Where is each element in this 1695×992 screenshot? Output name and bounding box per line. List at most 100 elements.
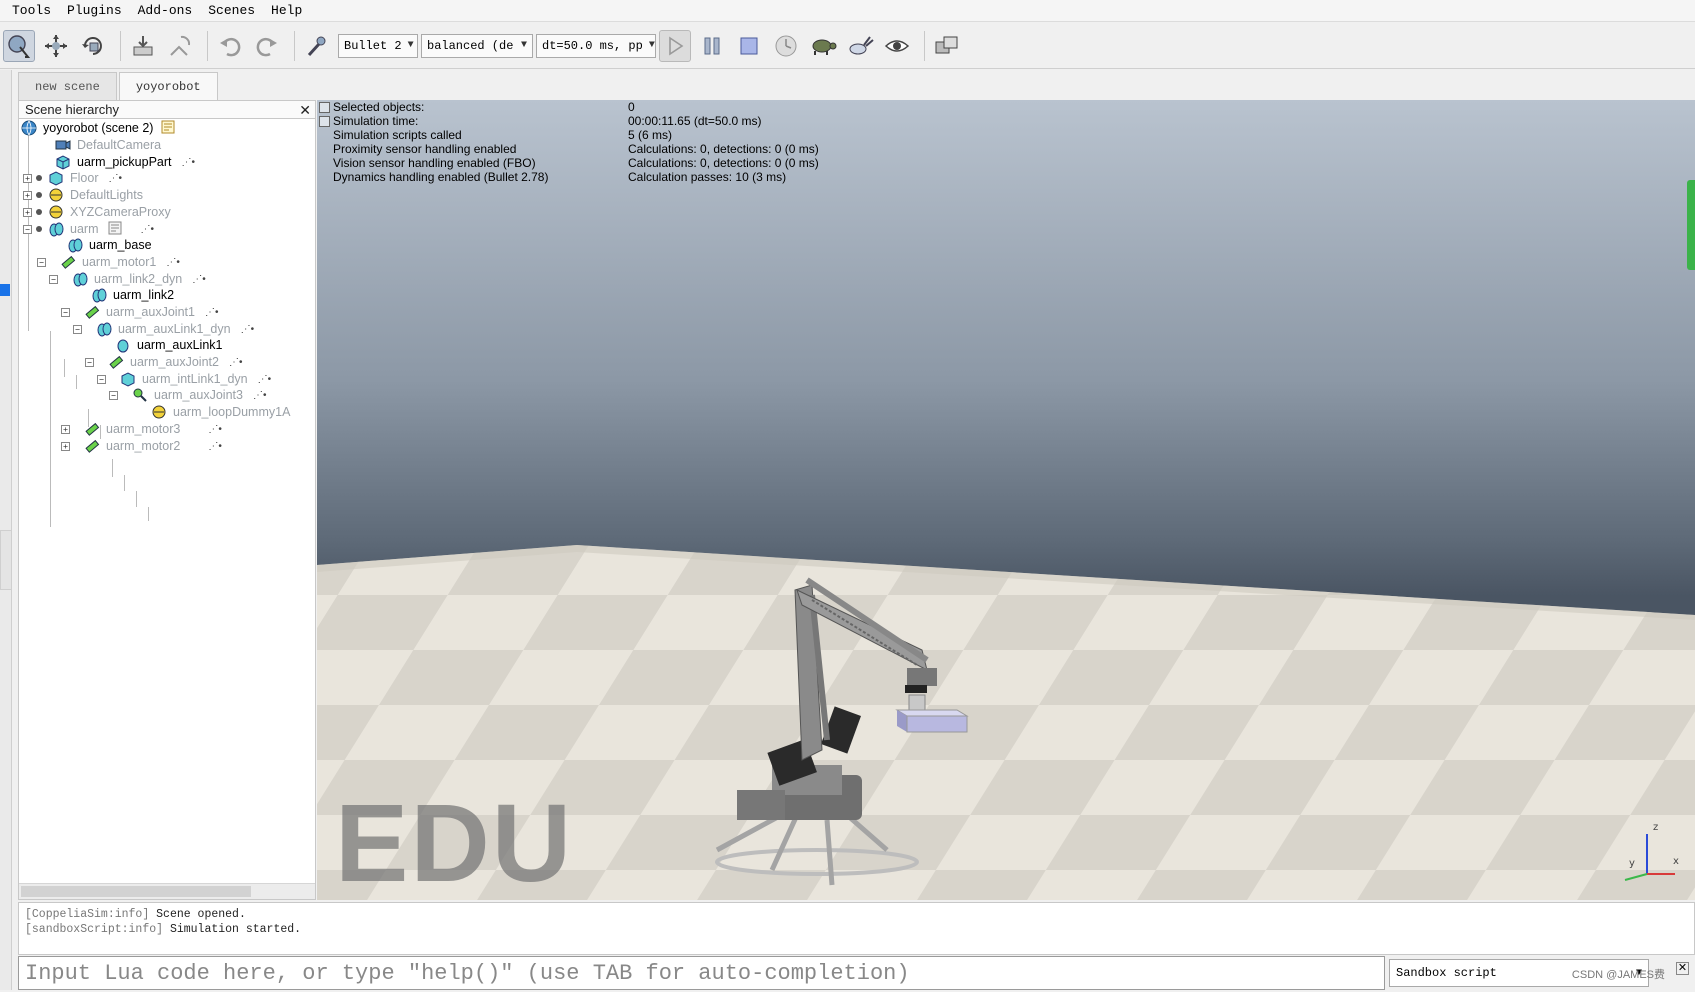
menu-help[interactable]: Help	[269, 3, 310, 18]
window-layout-button[interactable]	[931, 30, 963, 62]
scrollbar-thumb[interactable]	[21, 886, 251, 897]
collapse-icon[interactable]: −	[85, 357, 94, 367]
tree-item-uarm-base[interactable]: uarm_base	[67, 236, 152, 254]
console-line: [CoppeliaSim:info] Scene opened.	[25, 907, 1688, 922]
tree-item-uarm-link2[interactable]: uarm_link2	[91, 286, 174, 304]
collapse-icon[interactable]: −	[23, 224, 32, 234]
compound-shape-icon	[48, 221, 64, 237]
tree-item-xyzcameraproxy[interactable]: + XYZCameraProxy	[23, 203, 171, 221]
stop-simulation-button[interactable]	[733, 30, 765, 62]
object-shift-button[interactable]	[127, 30, 159, 62]
realtime-button[interactable]	[770, 30, 802, 62]
menu-tools[interactable]: Tools	[10, 3, 59, 18]
tree-item-label: XYZCameraProxy	[70, 205, 171, 219]
lua-command-input[interactable]: Input Lua code here, or type "help()" (u…	[18, 956, 1385, 990]
hierarchy-horizontal-scrollbar[interactable]	[19, 883, 315, 899]
info-label: Simulation scripts called	[333, 128, 462, 142]
console-line: [sandboxScript:info] Simulation started.	[25, 922, 1688, 937]
info-value: Calculations: 0, detections: 0 (0 ms)	[628, 142, 819, 156]
undo-button[interactable]	[214, 30, 246, 62]
move-icon	[45, 34, 67, 57]
object-rotate-icon	[170, 35, 191, 56]
expand-icon[interactable]: +	[23, 190, 32, 200]
menu-addons[interactable]: Add-ons	[136, 3, 201, 18]
collapse-icon[interactable]: −	[61, 307, 70, 317]
redo-button[interactable]	[251, 30, 283, 62]
tab-yoyorobot[interactable]: yoyorobot	[118, 72, 218, 100]
dynamic-link-icon: ⋰•	[166, 256, 180, 268]
tree-item-uarm-loopdummy1a[interactable]: uarm_loopDummy1A	[151, 403, 290, 421]
collapse-icon[interactable]: −	[109, 390, 118, 400]
tree-item-label: uarm_pickupPart	[77, 155, 172, 169]
side-scrollbar[interactable]	[0, 530, 12, 590]
tree-item-defaultlights[interactable]: + DefaultLights	[23, 186, 143, 204]
speed-up-button[interactable]	[844, 30, 876, 62]
model-dot-icon	[36, 192, 42, 198]
collapse-icon[interactable]: −	[97, 374, 106, 384]
engine-settings-button[interactable]	[301, 30, 333, 62]
tree-item-floor[interactable]: + Floor ⋰•	[23, 169, 122, 187]
joint-icon	[60, 254, 76, 270]
expand-icon[interactable]: +	[23, 207, 32, 217]
info-toggle-checkbox[interactable]	[319, 116, 330, 127]
tree-item-uarm-auxjoint3[interactable]: − uarm_auxJoint3 ⋰•	[109, 386, 266, 404]
tree-item-scene-root[interactable]: yoyorobot (scene 2)	[21, 119, 183, 137]
tree-item-uarm-auxjoint2[interactable]: − uarm_auxJoint2 ⋰•	[85, 353, 242, 371]
object-rotate-button[interactable]	[164, 30, 196, 62]
close-icon[interactable]: ✕	[299, 103, 311, 117]
dynamic-link-icon: ⋰•	[252, 389, 267, 401]
axis-label-z: z	[1653, 822, 1658, 833]
console-line-tag: [sandboxScript:info]	[25, 923, 164, 936]
scene-hierarchy-header: Scene hierarchy ✕	[19, 101, 315, 119]
info-label: Proximity sensor handling enabled	[333, 142, 517, 156]
tree-item-label: DefaultLights	[70, 188, 143, 202]
console-line-tag: [CoppeliaSim:info]	[25, 908, 150, 921]
tree-item-label: uarm_auxJoint1	[106, 305, 195, 319]
tree-item-uarm-auxlink1[interactable]: uarm_auxLink1	[115, 336, 222, 354]
menu-scenes[interactable]: Scenes	[206, 3, 263, 18]
timestep-select[interactable]: dt=50.0 ms, pp ▼	[536, 33, 656, 58]
axis-triad: z y x	[1624, 822, 1679, 881]
slow-down-button[interactable]	[807, 30, 839, 62]
dynamic-link-icon: ⋰•	[257, 373, 272, 385]
tree-item-uarm-motor2[interactable]: + uarm_motor2 ⋰•	[61, 437, 222, 455]
pause-simulation-button[interactable]	[696, 30, 728, 62]
script-icon	[108, 221, 124, 237]
info-label: Dynamics handling enabled (Bullet 2.78)	[333, 170, 549, 184]
tree-item-defaultcamera[interactable]: DefaultCamera	[55, 136, 161, 154]
dynamic-link-icon: ⋰•	[108, 172, 122, 184]
chevron-down-icon: ▼	[648, 40, 655, 51]
expand-icon[interactable]: +	[61, 441, 70, 451]
camera-rotate-button[interactable]	[77, 30, 109, 62]
status-console: [CoppeliaSim:info] Scene opened. [sandbo…	[18, 902, 1695, 955]
wrench-icon	[307, 36, 326, 56]
accuracy-select[interactable]: balanced (de ▼	[421, 33, 533, 58]
tree-item-uarm-motor3[interactable]: + uarm_motor3 ⋰•	[61, 420, 222, 438]
visualization-toggle-button[interactable]	[881, 30, 913, 62]
collapse-icon[interactable]: −	[73, 324, 82, 334]
tree-item-uarm-auxjoint1[interactable]: − uarm_auxJoint1 ⋰•	[61, 303, 218, 321]
collapse-icon[interactable]: −	[37, 257, 46, 267]
scene-viewport[interactable]: Selected objects: 0 Simulation time: 00:…	[317, 100, 1695, 900]
expand-icon[interactable]: +	[23, 173, 32, 183]
info-value: 00:00:11.65 (dt=50.0 ms)	[628, 114, 762, 128]
collapse-icon[interactable]: −	[49, 274, 58, 284]
start-simulation-button[interactable]	[659, 29, 691, 62]
close-icon[interactable]: ✕	[1676, 962, 1689, 975]
camera-pan-button[interactable]	[40, 30, 72, 62]
tab-new-scene[interactable]: new scene	[18, 72, 117, 100]
physics-engine-select[interactable]: Bullet 2 ▼	[338, 33, 418, 58]
tree-item-label: DefaultCamera	[77, 138, 162, 152]
eye-icon	[884, 39, 910, 52]
menu-plugins[interactable]: Plugins	[65, 3, 130, 18]
dynamic-link-icon: ⋰•	[181, 156, 196, 168]
chevron-down-icon: ▼	[520, 40, 527, 51]
toolbar: Bullet 2 ▼ balanced (de ▼ dt=50.0 ms, pp ▼	[0, 23, 1695, 69]
tree-item-uarm-motor1[interactable]: − uarm_motor1 ⋰•	[37, 253, 180, 271]
expand-icon[interactable]: +	[61, 424, 70, 434]
pointer-select-button[interactable]	[3, 29, 35, 62]
info-toggle-checkbox[interactable]	[319, 102, 330, 113]
shape-icon	[115, 337, 131, 353]
info-value: 0	[628, 100, 635, 114]
edu-watermark: EDU	[335, 782, 574, 900]
